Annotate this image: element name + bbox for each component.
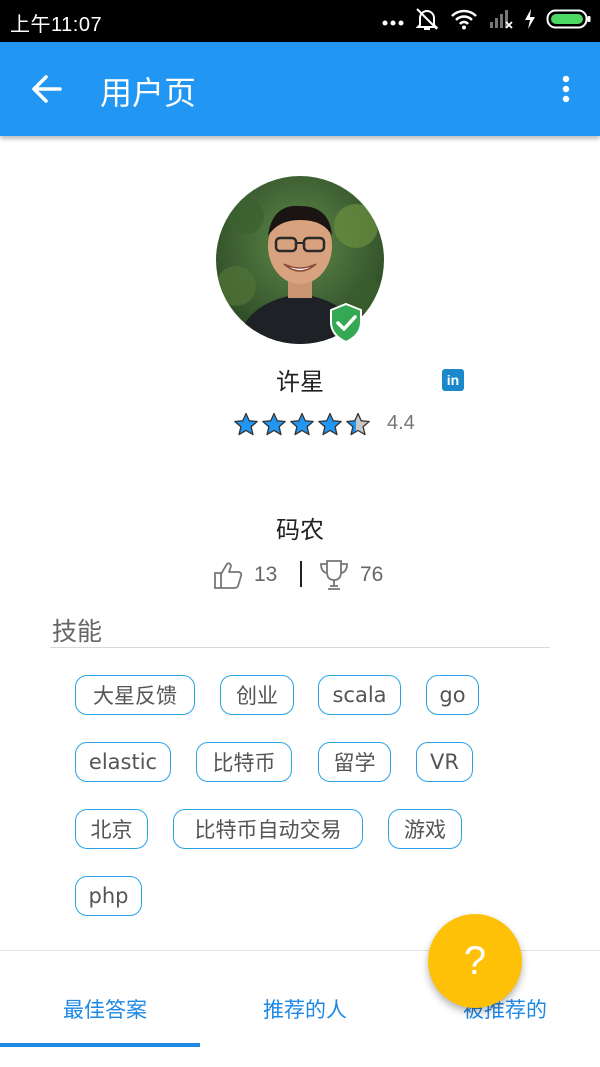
stats-divider — [300, 561, 302, 587]
star-icon — [346, 412, 370, 436]
linkedin-icon[interactable]: in — [442, 369, 464, 391]
skill-tag[interactable]: 比特币自动交易 — [173, 809, 363, 849]
ask-question-fab[interactable]: ? — [428, 914, 522, 1008]
mute-icon — [414, 6, 440, 36]
verified-shield-icon — [328, 302, 364, 344]
skill-tag[interactable]: 游戏 — [388, 809, 462, 849]
star-icon — [290, 412, 314, 436]
status-icons — [382, 6, 592, 36]
battery-icon — [546, 8, 592, 34]
status-bar: 上午11:07 — [0, 0, 600, 42]
user-stats: 13 76 — [0, 555, 600, 595]
star-icon — [262, 412, 286, 436]
user-name: 许星 — [276, 368, 324, 396]
charging-icon — [524, 8, 536, 34]
star-icon — [234, 412, 258, 436]
rating-value: 4.4 — [387, 412, 415, 434]
skill-tag[interactable]: 留学 — [318, 742, 391, 782]
skill-tag[interactable]: 北京 — [75, 809, 148, 849]
thumbs-up-icon — [213, 560, 243, 594]
skill-tag[interactable]: elastic — [75, 742, 171, 782]
more-menu-button[interactable] — [546, 66, 586, 112]
tab-indicator — [0, 1043, 200, 1047]
status-time: 上午11:07 — [10, 14, 103, 36]
trophy-count: 76 — [360, 563, 384, 586]
skill-tag[interactable]: php — [75, 876, 142, 916]
skill-tag[interactable]: VR — [416, 742, 473, 782]
arrow-left-icon — [32, 75, 62, 103]
back-button[interactable] — [22, 66, 72, 112]
skill-tag[interactable]: 创业 — [220, 675, 294, 715]
signal-icon — [488, 8, 514, 34]
trophy-icon — [318, 558, 350, 596]
user-title: 码农 — [276, 516, 324, 544]
skills-heading: 技能 — [52, 617, 103, 646]
app-bar: 用户页 — [0, 42, 600, 136]
page-title: 用户页 — [100, 74, 197, 112]
skill-tag[interactable]: 大星反馈 — [75, 675, 195, 715]
wifi-icon — [450, 8, 478, 34]
more-vert-icon — [562, 75, 570, 103]
more-dots-icon — [382, 12, 404, 31]
tab-recommended-people[interactable]: 推荐的人 — [200, 994, 410, 1024]
skill-tag[interactable]: 比特币 — [196, 742, 292, 782]
star-icon — [318, 412, 342, 436]
skill-tag[interactable]: go — [426, 675, 479, 715]
star-rating — [233, 412, 371, 437]
skills-divider — [50, 647, 550, 648]
skill-tag[interactable]: scala — [318, 675, 401, 715]
tab-best-answers[interactable]: 最佳答案 — [0, 994, 210, 1024]
like-count: 13 — [254, 563, 278, 586]
